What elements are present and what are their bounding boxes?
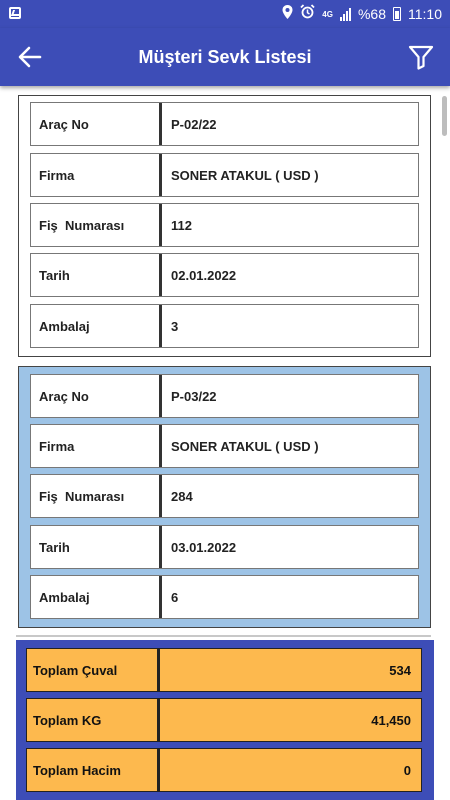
network-type: 4G xyxy=(322,9,333,19)
app-bar: Müşteri Sevk Listesi xyxy=(0,28,450,86)
alarm-icon xyxy=(300,4,315,24)
clock: 11:10 xyxy=(408,6,442,22)
field-label: Araç No xyxy=(31,375,162,417)
total-row-cuval: Toplam Çuval 534 xyxy=(26,648,422,692)
field-row-ambalaj: Ambalaj 6 xyxy=(30,575,419,619)
battery-icon xyxy=(393,7,401,21)
filter-icon xyxy=(408,45,434,70)
total-label: Toplam Çuval xyxy=(27,649,160,691)
field-row-tarih: Tarih 03.01.2022 xyxy=(30,525,419,569)
field-row-fis-numarasi: Fiş Numarası 284 xyxy=(30,474,419,518)
total-label: Toplam Hacim xyxy=(27,749,160,791)
field-label: Ambalaj xyxy=(31,576,162,618)
total-row-hacim: Toplam Hacim 0 xyxy=(26,748,422,792)
field-row-firma: Firma SONER ATAKUL ( USD ) xyxy=(30,424,419,468)
field-label: Firma xyxy=(31,154,162,196)
shipment-card-selected[interactable]: Araç No P-03/22 Firma SONER ATAKUL ( USD… xyxy=(18,366,431,628)
field-label: Tarih xyxy=(31,254,162,296)
field-row-tarih: Tarih 02.01.2022 xyxy=(30,253,419,297)
field-label: Ambalaj xyxy=(31,305,162,347)
field-value: 3 xyxy=(171,318,179,334)
totals-panel: Toplam Çuval 534 Toplam KG 41,450 Toplam… xyxy=(16,640,434,800)
signal-icon xyxy=(339,7,351,21)
scrollbar[interactable] xyxy=(442,96,447,136)
status-icons: 4G %68 11:10 xyxy=(282,4,442,24)
field-value: 284 xyxy=(171,488,193,504)
shipment-card[interactable]: Araç No P-02/22 Firma SONER ATAKUL ( USD… xyxy=(18,95,431,357)
total-label: Toplam KG xyxy=(27,699,160,741)
field-label: Fiş Numarası xyxy=(31,475,162,517)
field-row-arac-no: Araç No P-03/22 xyxy=(30,374,419,418)
total-row-kg: Toplam KG 41,450 xyxy=(26,698,422,742)
field-value: 03.01.2022 xyxy=(171,539,237,555)
field-value: P-03/22 xyxy=(171,388,217,404)
field-row-arac-no: Araç No P-02/22 xyxy=(30,102,419,146)
field-row-ambalaj: Ambalaj 3 xyxy=(30,304,419,348)
field-label: Firma xyxy=(31,425,162,467)
field-row-fis-numarasi: Fiş Numarası 112 xyxy=(30,203,419,247)
field-value: P-02/22 xyxy=(171,116,217,132)
total-value: 41,450 xyxy=(371,712,411,728)
field-value: SONER ATAKUL ( USD ) xyxy=(171,167,319,183)
total-value: 0 xyxy=(403,762,411,778)
field-value: 6 xyxy=(171,589,179,605)
filter-button[interactable] xyxy=(406,42,436,72)
page-title: Müşteri Sevk Listesi xyxy=(138,47,312,67)
battery-percent: %68 xyxy=(357,6,386,22)
field-value: 02.01.2022 xyxy=(171,267,237,283)
field-value: SONER ATAKUL ( USD ) xyxy=(171,438,319,454)
field-label: Tarih xyxy=(31,526,162,568)
gallery-icon xyxy=(9,7,21,19)
location-icon xyxy=(282,4,293,24)
field-label: Araç No xyxy=(31,103,162,145)
list-divider xyxy=(16,635,431,637)
status-bar: 4G %68 11:10 xyxy=(0,0,450,28)
field-label: Fiş Numarası xyxy=(31,204,162,246)
field-value: 112 xyxy=(171,217,192,233)
total-value: 534 xyxy=(389,662,411,678)
field-row-firma: Firma SONER ATAKUL ( USD ) xyxy=(30,153,419,197)
